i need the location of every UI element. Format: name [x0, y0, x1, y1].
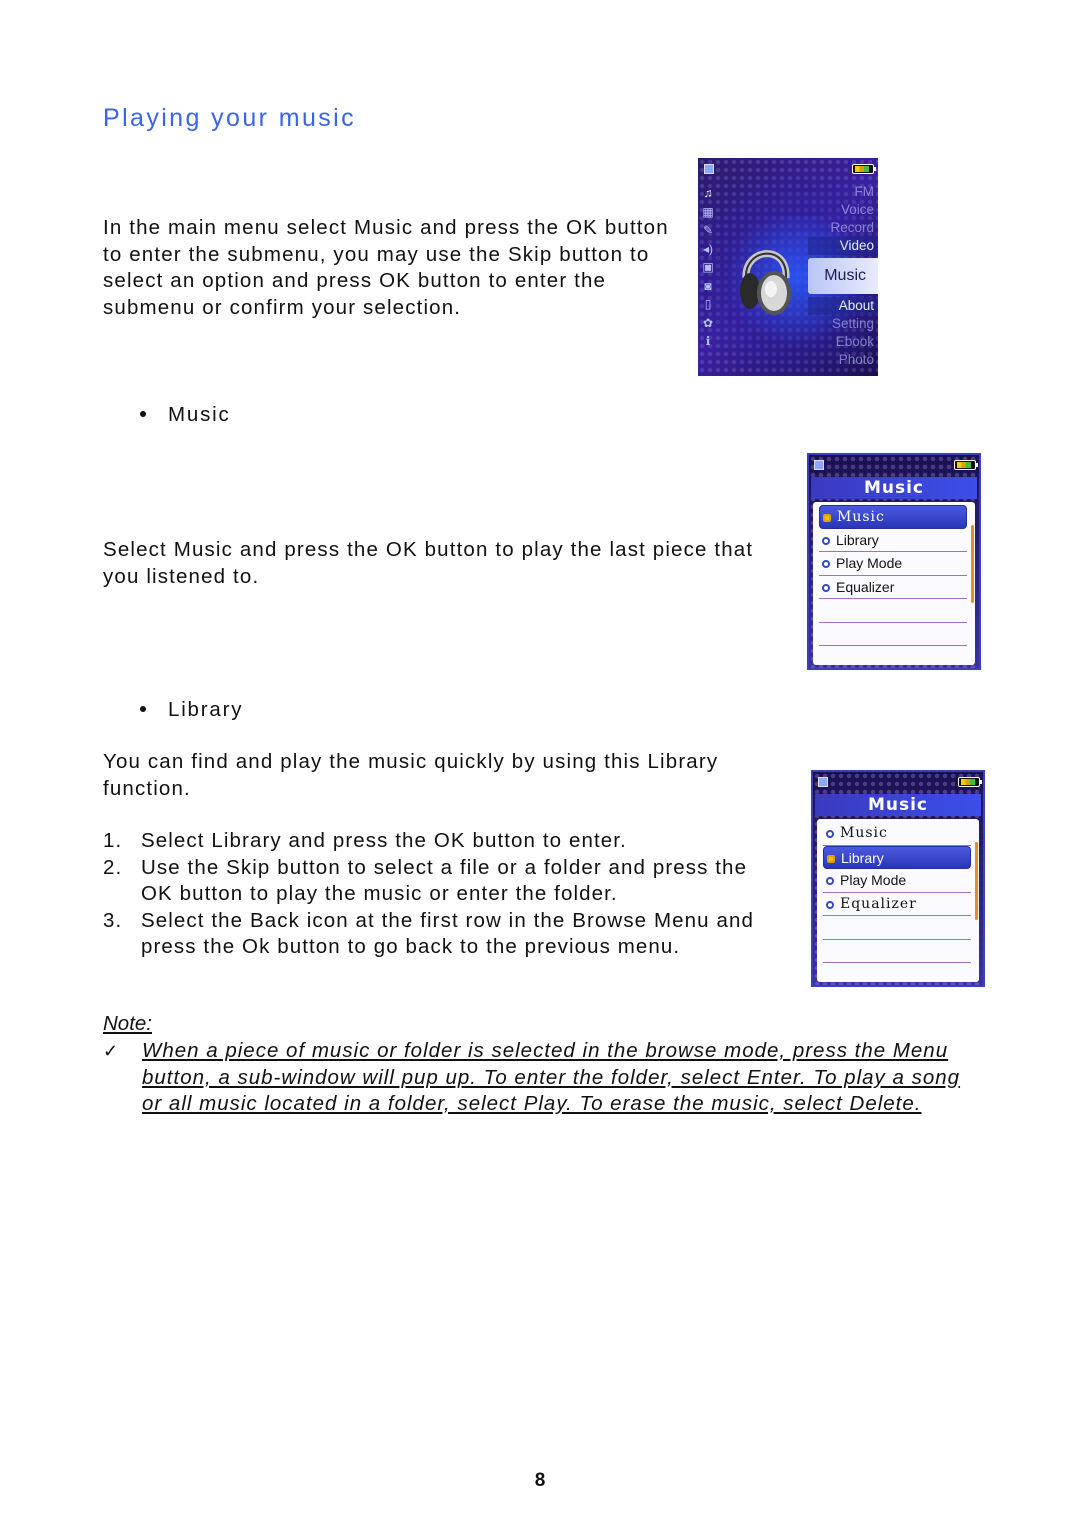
step-item: 2. Use the Skip button to select a file o…	[103, 855, 783, 908]
submenu-item-music: Music	[823, 822, 971, 846]
music-submenu-screenshot-1: Music Music Library Play Mode Equalizer	[807, 453, 981, 670]
step-text: Select Library and press the OK button t…	[141, 829, 627, 852]
battery-icon	[954, 460, 978, 470]
main-menu-list: FM Voice Record Video Music About Settin…	[808, 183, 878, 369]
library-paragraph: You can find and play the music quickly …	[103, 750, 719, 800]
step-text: Select the Back icon at the first row in…	[141, 908, 754, 959]
submenu-item-equalizer: Equalizer	[819, 576, 967, 599]
bullet-dot	[140, 410, 146, 417]
radio-bullet-icon	[827, 854, 835, 863]
record-icon: ✎	[702, 223, 714, 237]
music-note-icon: ♫	[703, 186, 713, 200]
screen-header: Music	[811, 477, 977, 499]
submenu-empty-row	[819, 599, 967, 623]
battery-icon	[958, 777, 982, 787]
submenu-list: Music Library Play Mode Equalizer	[817, 819, 979, 982]
menu-item-video: Video	[808, 237, 878, 255]
step-item: 3. Select the Back icon at the first row …	[103, 908, 783, 961]
step-number: 2.	[103, 855, 123, 879]
submenu-list: Music Library Play Mode Equalizer	[813, 502, 975, 665]
music-submenu-screenshot-2: Music Music Library Play Mode Equalizer	[811, 770, 985, 987]
submenu-item-play-mode: Play Mode	[819, 552, 967, 576]
ebook-icon: ▯	[704, 297, 712, 311]
item-label: Library	[841, 849, 884, 866]
about-icon: ℹ	[705, 334, 711, 348]
submenu-empty-row	[819, 623, 967, 646]
item-label: Library	[836, 531, 879, 548]
note-text: When a piece of music or folder is selec…	[142, 1039, 961, 1115]
intro-paragraph: In the main menu select Music and press …	[103, 216, 669, 319]
item-label: Music	[837, 509, 885, 525]
voice-icon: ◂)	[702, 241, 714, 256]
radio-bullet-icon	[823, 514, 831, 522]
page-number: 8	[534, 1470, 546, 1491]
radio-bullet-icon	[826, 877, 834, 885]
submenu-empty-row	[823, 916, 971, 940]
item-label: Equalizer	[836, 578, 895, 595]
menu-item-setting: Setting	[831, 316, 874, 331]
photo-icon: ◙	[704, 278, 712, 293]
submenu-item-library: Library	[823, 845, 971, 869]
bullet-dot	[140, 705, 146, 712]
step-item: 1. Select Library and press the OK button…	[103, 828, 783, 855]
status-icon	[818, 777, 828, 787]
scrollbar	[975, 842, 978, 920]
note-label: Note:	[103, 1012, 152, 1035]
menu-item-record: Record	[830, 220, 874, 235]
radio-bullet-icon	[822, 583, 830, 592]
step-text: Use the Skip button to select a file or …	[141, 855, 748, 906]
page-title: Playing your music	[103, 104, 357, 132]
radio-bullet-icon	[822, 560, 830, 568]
step-number: 3.	[103, 908, 123, 932]
video-icon: ▦	[702, 204, 714, 219]
menu-item-voice: Voice	[840, 202, 874, 217]
submenu-item-equalizer: Equalizer	[823, 893, 971, 916]
menu-item-about: About	[808, 297, 878, 315]
menu-item-music-selected: Music	[808, 258, 878, 294]
main-menu-screenshot: ♫ ▦ ✎ ◂) ▣ ◙ ▯ ✿ ℹ FM Voice Record Video…	[698, 158, 878, 376]
menu-item-ebook: Ebook	[835, 334, 874, 349]
scrollbar	[971, 525, 974, 603]
status-icon	[814, 460, 824, 470]
radio-bullet-icon	[826, 830, 834, 838]
setting-icon: ✿	[702, 315, 714, 330]
music-paragraph: Select Music and press the OK button to …	[103, 538, 754, 588]
headphones-icon	[740, 250, 791, 315]
item-label: Music	[840, 825, 888, 841]
status-icon	[704, 164, 714, 174]
menu-item-photo: Photo	[838, 352, 874, 367]
submenu-item-music: Music	[819, 505, 967, 529]
fm-radio-icon: ▣	[702, 260, 714, 274]
radio-bullet-icon	[822, 536, 830, 545]
side-icon-column: ♫ ▦ ✎ ◂) ▣ ◙ ▯ ✿ ℹ	[701, 186, 717, 349]
step-number: 1.	[103, 829, 123, 852]
submenu-item-library: Library	[819, 529, 967, 552]
battery-icon	[852, 164, 876, 174]
item-label: Equalizer	[840, 895, 917, 912]
bullet-music: Music	[140, 403, 231, 427]
item-label: Play Mode	[840, 872, 907, 888]
radio-bullet-icon	[826, 900, 834, 909]
note-item: ✓ When a piece of music or folder is sel…	[103, 1038, 973, 1118]
submenu-empty-row	[823, 940, 971, 963]
submenu-item-play-mode: Play Mode	[823, 869, 971, 893]
menu-item-fm: FM	[854, 184, 875, 199]
bullet-music-label: Music	[168, 403, 231, 426]
screen-header: Music	[815, 794, 981, 816]
checkmark-icon: ✓	[103, 1041, 120, 1061]
item-label: Play Mode	[836, 555, 903, 571]
bullet-library-label: Library	[168, 698, 244, 721]
library-steps: 1. Select Library and press the OK button…	[103, 828, 783, 961]
bullet-library: Library	[140, 698, 243, 722]
